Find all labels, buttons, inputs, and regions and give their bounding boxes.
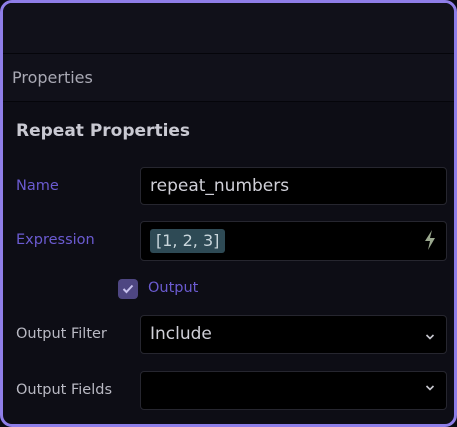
tab-properties[interactable]: Properties xyxy=(12,54,93,101)
chevron-down-icon xyxy=(425,334,435,340)
expression-input[interactable]: [1, 2, 3] xyxy=(140,221,447,261)
output-checkbox[interactable] xyxy=(118,279,138,299)
name-input-value: repeat_numbers xyxy=(150,176,290,196)
expression-value-chip: [1, 2, 3] xyxy=(150,229,226,253)
output-fields-select[interactable] xyxy=(140,371,447,410)
name-label: Name xyxy=(16,178,59,194)
properties-panel: Properties Repeat Properties Name repeat… xyxy=(0,0,457,427)
output-filter-value: Include xyxy=(150,324,212,344)
expression-label: Expression xyxy=(16,232,95,248)
output-fields-label: Output Fields xyxy=(16,382,112,398)
output-checkbox-label[interactable]: Output xyxy=(148,280,198,296)
checkmark-icon xyxy=(122,284,134,294)
name-input[interactable]: repeat_numbers xyxy=(140,167,447,205)
properties-tab-bar: Properties xyxy=(3,54,454,102)
output-filter-label: Output Filter xyxy=(16,326,107,342)
panel-header xyxy=(3,3,454,54)
chevron-down-icon xyxy=(425,385,435,391)
output-filter-select[interactable]: Include xyxy=(140,315,447,354)
lightning-bolt-icon[interactable] xyxy=(423,229,437,251)
section-title: Repeat Properties xyxy=(16,121,191,141)
